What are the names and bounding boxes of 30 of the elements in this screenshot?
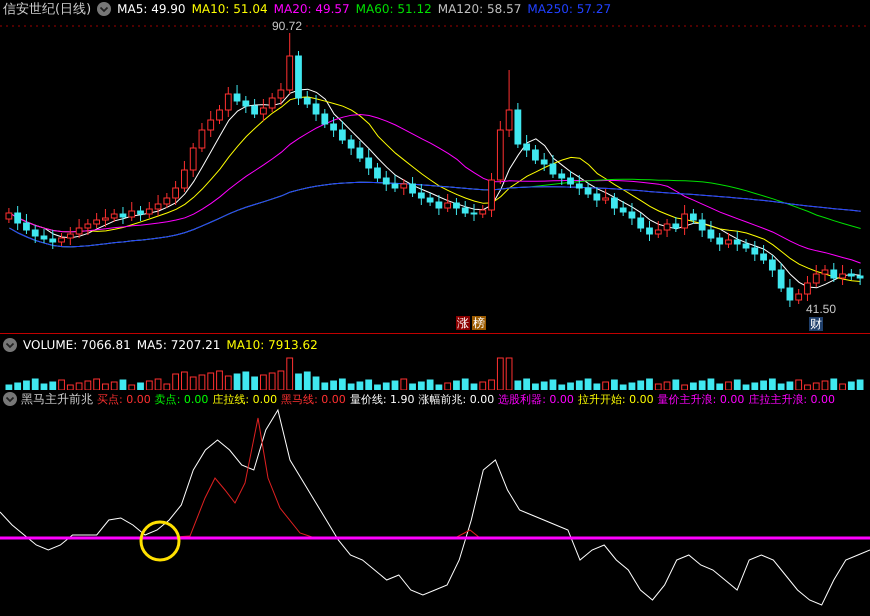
- indicator-value: MA120: 58.57: [438, 2, 522, 16]
- indicator-value: 量价主升浪: 0.00: [658, 392, 744, 406]
- indicator-title: 黑马主升前兆: [21, 390, 93, 408]
- indicator-value: 涨幅前兆: 0.00: [418, 392, 494, 406]
- indicator-value: 黑马线: 0.00: [281, 392, 346, 406]
- dropdown-toggle-icon[interactable]: [3, 338, 17, 352]
- indicator-value: 选股利器: 0.00: [498, 392, 574, 406]
- indicator-value: MA20: 49.57: [274, 2, 350, 16]
- indicator-value: 拉升开始: 0.00: [578, 392, 654, 406]
- indicator-value: VOLUME: 7066.81: [23, 338, 131, 352]
- indicator-value: 买点: 0.00: [97, 392, 151, 406]
- event-marker[interactable]: 榜: [472, 316, 486, 330]
- indicator-value: MA250: 57.27: [527, 2, 612, 16]
- indicator-value: 庄拉线: 0.00: [212, 392, 278, 406]
- highlight-circle: [140, 520, 180, 562]
- indicator-value: MA5: 49.90: [117, 2, 186, 16]
- dropdown-toggle-icon[interactable]: [3, 392, 17, 406]
- indicator-value: MA60: 51.12: [356, 2, 432, 16]
- indicator-value: MA10: 7913.62: [226, 338, 318, 352]
- indicator-value: 卖点: 0.00: [154, 392, 208, 406]
- price-high-label: 90.72: [270, 19, 304, 33]
- price-low-label: 41.50: [806, 302, 836, 316]
- indicator-value: MA5: 7207.21: [136, 338, 220, 352]
- chart-title: 信安世纪(日线): [3, 1, 92, 18]
- indicator-value: 量价线: 1.90: [350, 392, 415, 406]
- dropdown-toggle-icon[interactable]: [97, 2, 112, 16]
- event-marker[interactable]: 涨: [456, 316, 470, 330]
- indicator-value: MA10: 51.04: [192, 2, 268, 16]
- event-marker[interactable]: 财: [809, 317, 823, 331]
- indicator-value: 庄拉主升浪: 0.00: [748, 392, 836, 406]
